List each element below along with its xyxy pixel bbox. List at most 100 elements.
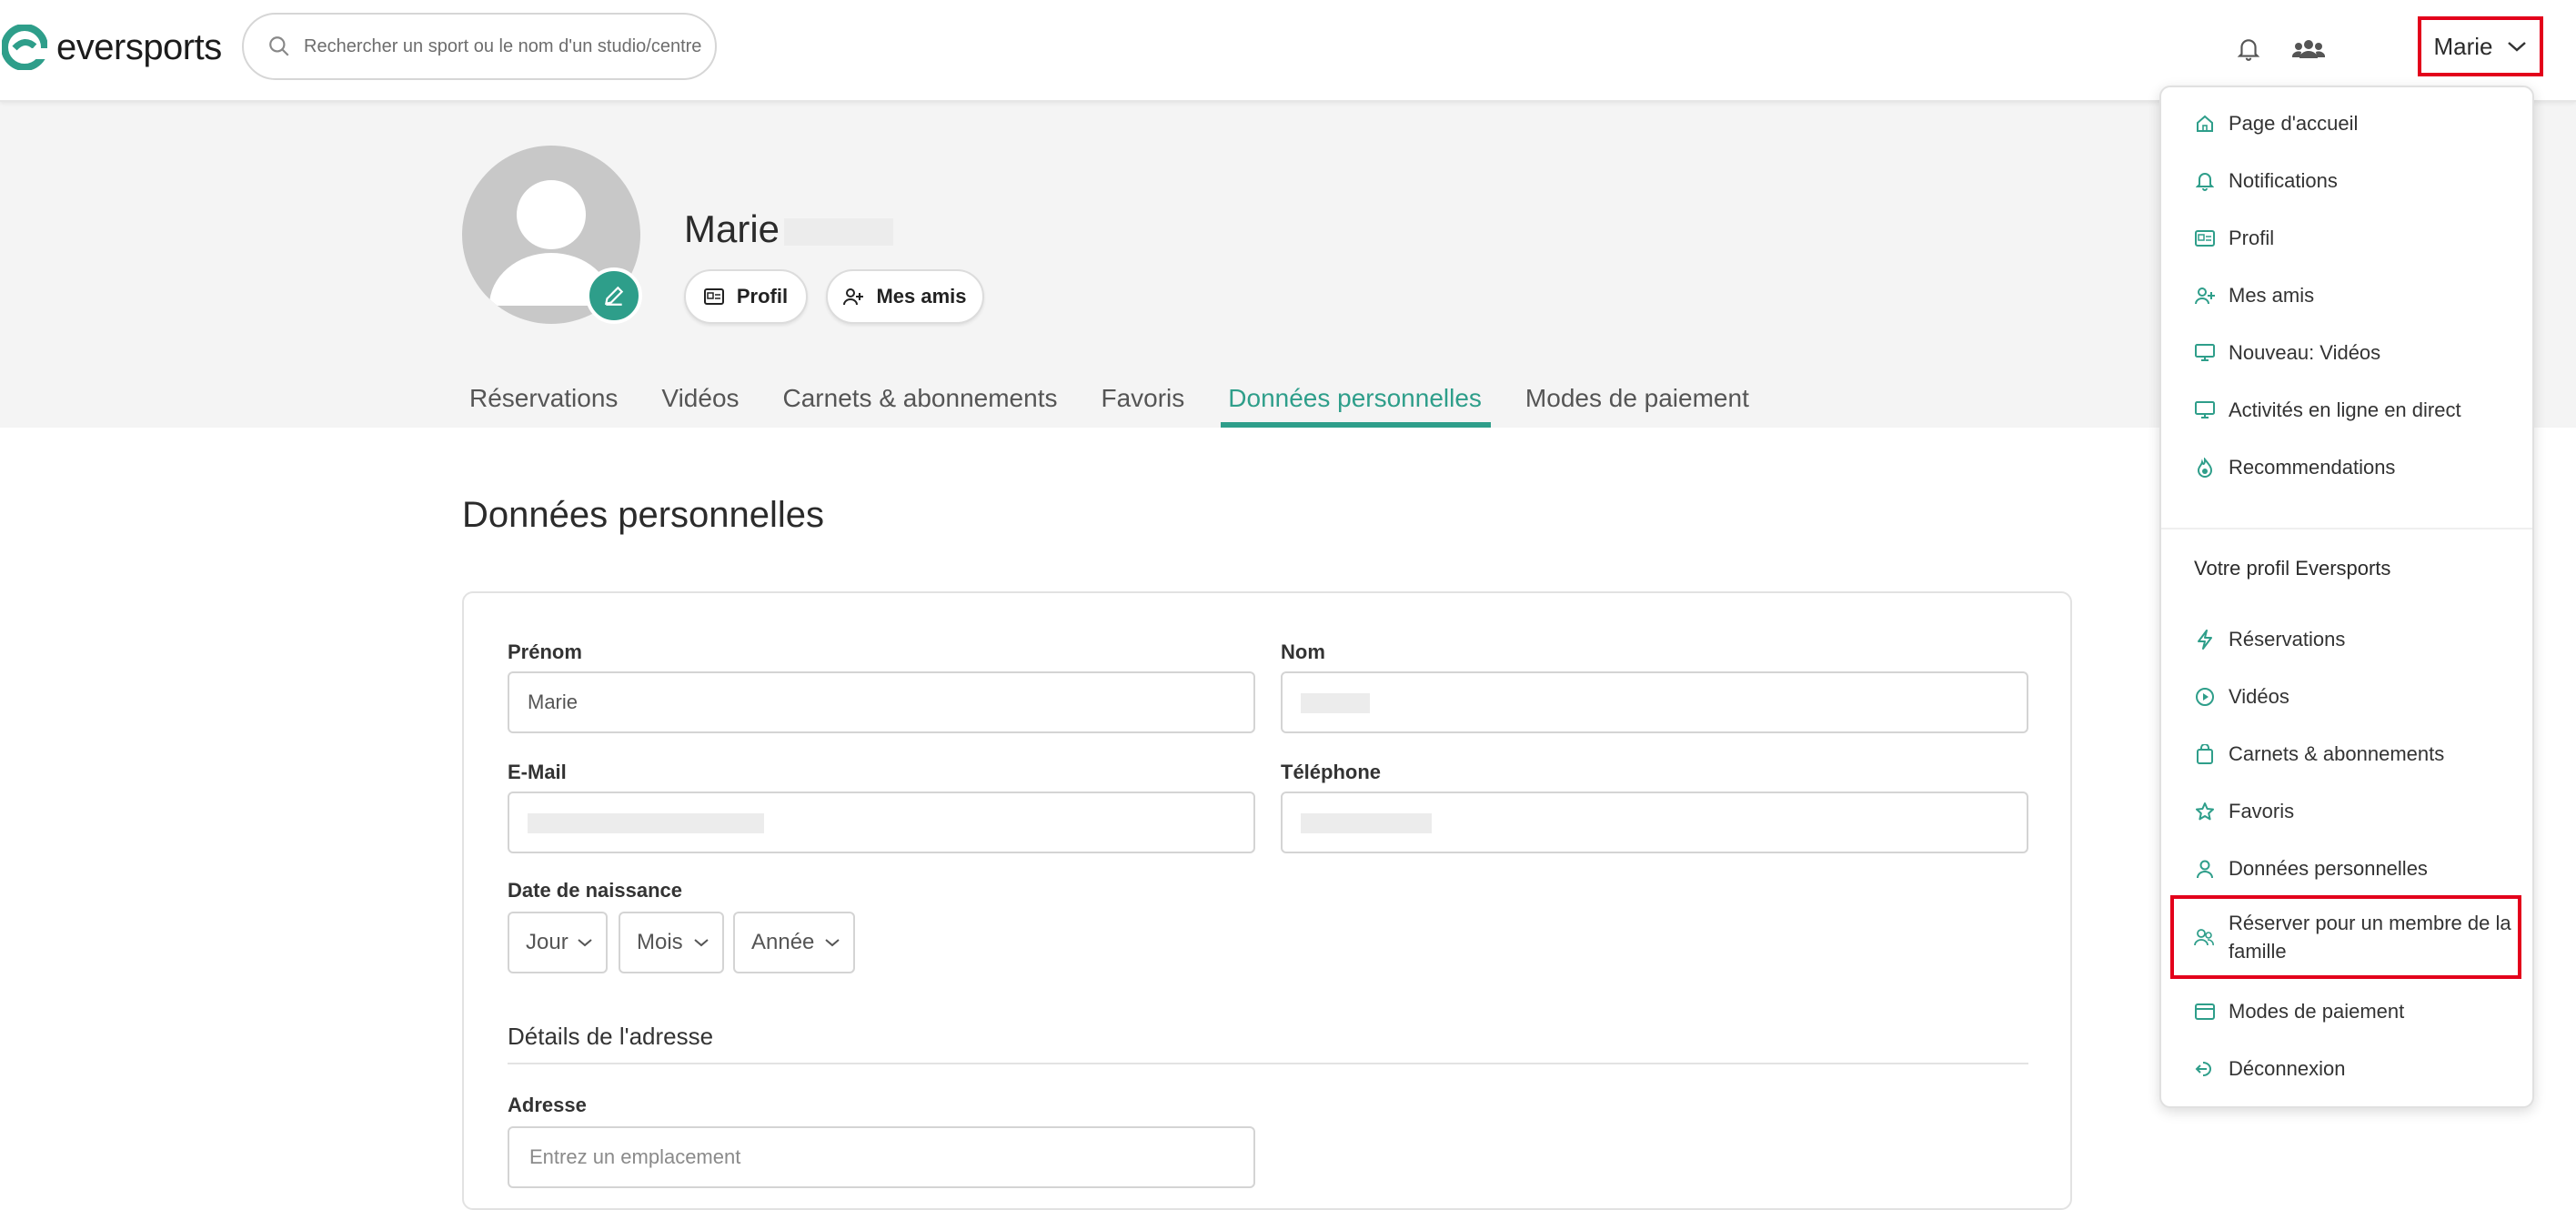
monitor-icon [2194,342,2216,364]
menu-item-label: Profil [2229,227,2275,249]
bell-icon [2237,39,2260,61]
profile-tabs: Réservations Vidéos Carnets & abonnement… [469,369,1793,428]
tab-payment-methods[interactable]: Modes de paiement [1525,369,1749,428]
chevron-down-icon [578,939,592,947]
bag-icon [2194,743,2216,765]
bolt-icon [2194,629,2216,650]
address-input[interactable] [528,1144,1185,1170]
first-name-label: Prénom [508,640,582,663]
pencil-icon [604,286,624,306]
menu-item-new-videos[interactable]: Nouveau: Vidéos [2194,335,2380,371]
birth-year-value: Année [751,930,815,954]
personal-data-form: Prénom Marie Nom E-Mail Téléphone Date d… [462,591,2072,1210]
profile-name: Marie [684,207,780,250]
last-name-field[interactable] [1281,671,2028,733]
birth-month-select[interactable]: Mois [619,912,724,973]
edit-avatar-button[interactable] [586,267,642,324]
menu-item-label: Vidéos [2229,685,2289,708]
chevron-down-icon [2507,42,2526,52]
my-friends-button[interactable]: Mes amis [826,269,984,324]
redacted-phone [1301,813,1432,833]
play-icon [2194,686,2216,708]
tab-videos[interactable]: Vidéos [661,369,739,428]
address-label: Adresse [508,1094,587,1116]
email-field[interactable] [508,792,1255,853]
address-field[interactable] [508,1126,1255,1188]
email-label: E-Mail [508,761,567,783]
id-card-icon [2194,227,2216,249]
user-dropdown-menu: Page d'accueil Notifications Profil Mes … [2159,86,2534,1108]
user-menu-label: Marie [2433,32,2493,60]
menu-item-logout[interactable]: Déconnexion [2194,1051,2345,1087]
menu-item-home[interactable]: Page d'accueil [2194,106,2358,142]
notifications-bell-button[interactable] [2230,31,2267,67]
menu-item-label: Données personnelles [2229,857,2428,880]
menu-item-videos[interactable]: Vidéos [2194,679,2289,715]
last-name-label: Nom [1281,640,1325,663]
birth-month-value: Mois [637,930,683,954]
first-name-field[interactable]: Marie [508,671,1255,733]
eversports-logo-icon [2,25,47,70]
family-icon [2194,926,2216,948]
menu-item-reservations[interactable]: Réservations [2194,621,2345,658]
menu-item-passes-memberships[interactable]: Carnets & abonnements [2194,736,2444,772]
menu-item-friends[interactable]: Mes amis [2194,277,2314,314]
menu-item-recommendations[interactable]: Recommendations [2194,449,2395,486]
card-icon [2194,1001,2216,1023]
person-icon [2194,858,2216,880]
redacted-email [528,813,764,833]
menu-item-label: Recommendations [2229,456,2396,479]
menu-item-label: Notifications [2229,169,2338,192]
phone-label: Téléphone [1281,761,1382,783]
phone-field[interactable] [1281,792,2028,853]
menu-item-label: Réserver pour un membre de la famille [2229,912,2511,963]
friends-button[interactable] [2290,31,2327,67]
menu-item-book-for-family-member[interactable]: Réserver pour un membre de la famille [2170,895,2521,979]
menu-item-live-online-activities[interactable]: Activités en ligne en direct [2194,392,2461,429]
add-friend-icon [2194,285,2216,307]
birth-date-label: Date de naissance [508,879,682,902]
menu-item-label: Activités en ligne en direct [2229,398,2461,421]
menu-item-label: Mes amis [2229,284,2315,307]
menu-item-payment-methods[interactable]: Modes de paiement [2194,993,2404,1030]
page-title: Données personnelles [462,495,825,535]
profile-button[interactable]: Profil [684,269,808,324]
birth-day-value: Jour [526,930,569,954]
chevron-down-icon [694,939,709,947]
section-divider [508,1063,2028,1064]
redacted-surname [784,218,893,246]
menu-divider [2161,528,2532,529]
chevron-down-icon [825,939,840,947]
redacted-last-name [1301,693,1370,713]
menu-item-profile[interactable]: Profil [2194,220,2274,257]
menu-item-label: Modes de paiement [2229,1000,2405,1023]
menu-item-label: Carnets & abonnements [2229,742,2445,765]
menu-item-notifications[interactable]: Notifications [2194,163,2338,199]
menu-section-title: Votre profil Eversports [2194,557,2391,580]
search-input[interactable] [302,35,706,58]
birth-day-select[interactable]: Jour [508,912,608,973]
address-details-heading: Détails de l'adresse [508,1023,714,1050]
my-friends-button-label: Mes amis [876,285,967,308]
logout-icon [2194,1058,2216,1080]
user-menu-button[interactable]: Marie [2418,16,2543,76]
menu-item-label: Nouveau: Vidéos [2229,341,2381,364]
profile-button-label: Profil [736,285,789,308]
first-name-value: Marie [528,691,579,713]
friends-group-icon [2292,40,2325,58]
home-icon [2194,113,2216,135]
star-icon [2194,801,2216,822]
birth-year-select[interactable]: Année [733,912,855,973]
tab-personal-data[interactable]: Données personnelles [1221,369,1491,428]
menu-item-favorites[interactable]: Favoris [2194,793,2294,830]
menu-item-label: Déconnexion [2229,1057,2346,1080]
tab-reservations[interactable]: Réservations [469,369,618,428]
menu-item-label: Page d'accueil [2229,112,2359,135]
brand-name: eversports [56,26,222,67]
menu-item-label: Réservations [2229,628,2346,650]
eversports-logo[interactable]: eversports [2,20,222,75]
tab-favorites[interactable]: Favoris [1101,369,1184,428]
tab-passes-memberships[interactable]: Carnets & abonnements [783,369,1058,428]
search-bar[interactable] [242,13,717,80]
menu-item-personal-data[interactable]: Données personnelles [2194,851,2428,887]
